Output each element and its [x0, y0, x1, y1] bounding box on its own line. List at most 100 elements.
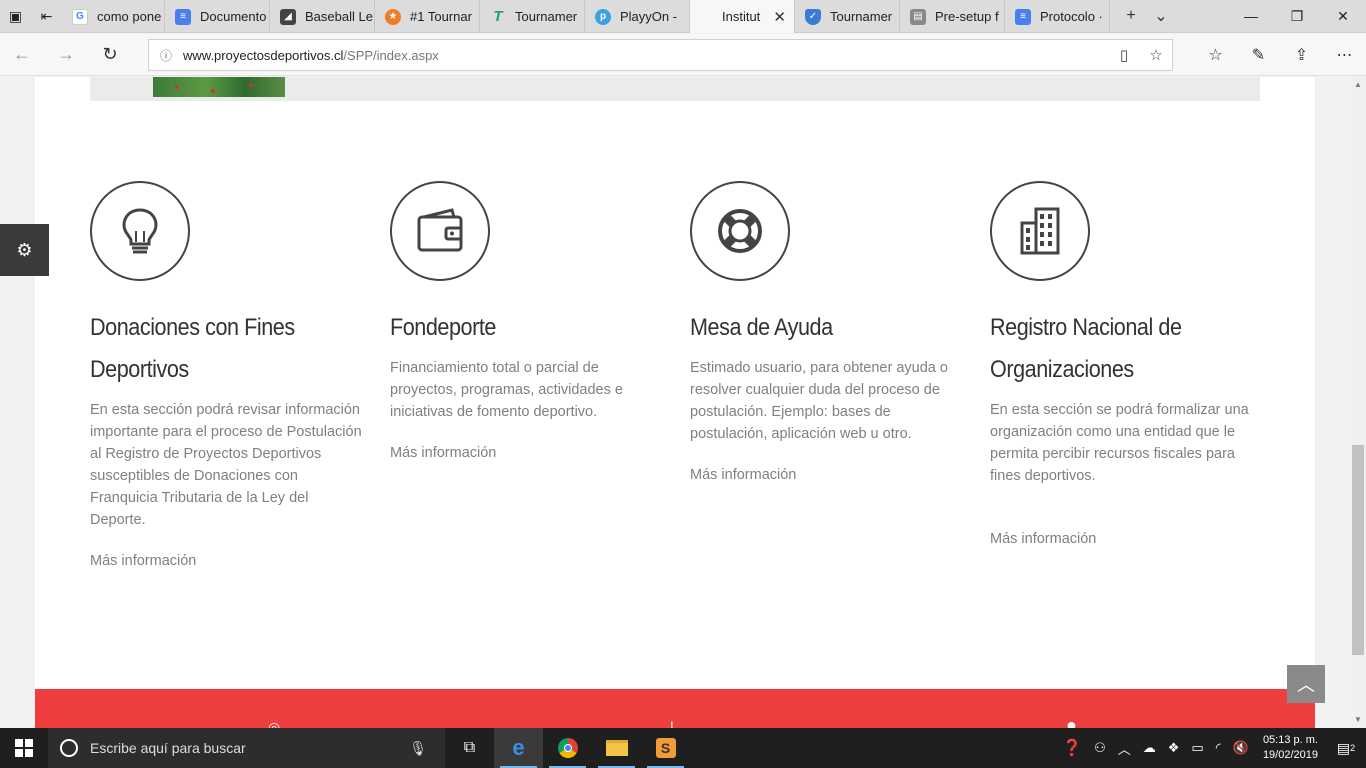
info-icon[interactable]: ⓘ [149, 47, 183, 64]
close-tab-icon[interactable]: ✕ [763, 8, 786, 26]
shield-icon: ✓ [805, 8, 821, 25]
url-path: /SPP/index.aspx [343, 47, 439, 63]
section-registro-organizaciones: Registro Nacional de Organizaciones En e… [990, 181, 1265, 547]
section-text: En esta sección se podrá formalizar una … [990, 402, 1249, 484]
scroll-thumb[interactable] [1352, 445, 1364, 655]
onedrive-icon[interactable]: ☁ [1137, 740, 1162, 756]
system-tray: ❓ ⚇ ︿ ☁ ❖ ▭ ◜ 🔇 05:13 p. m. 19/02/2019 ▤… [1056, 728, 1366, 768]
baseball-icon: ◢ [280, 8, 296, 25]
section-title: Mesa de Ayuda [690, 314, 833, 341]
close-window-icon[interactable]: ✕ [1320, 0, 1366, 32]
windows-taskbar: Escribe aquí para buscar 🎙 ⧉ e S ❓ ⚇ ︿ ☁… [0, 728, 1366, 768]
settings-gear-icon[interactable]: ⚙ [0, 224, 49, 276]
browser-tab-bar: ▣ ⇤ Gcomo pone ≡ Documento ◢ Baseball Le ★… [0, 0, 1366, 33]
icon-circle [90, 181, 190, 281]
section-text: Estimado usuario, para obtener ayuda o r… [690, 360, 948, 442]
mas-informacion-link[interactable]: Más información [90, 553, 365, 569]
phone-icon: ❘ [666, 719, 678, 728]
star-icon: ★ [385, 8, 401, 25]
cortana-icon [60, 739, 78, 757]
minimize-icon[interactable]: — [1228, 0, 1274, 32]
clock[interactable]: 05:13 p. m. 19/02/2019 [1255, 733, 1326, 763]
volume-muted-icon[interactable]: 🔇 [1227, 740, 1255, 756]
favorites-list-icon[interactable]: ☆ [1194, 45, 1237, 65]
restore-icon[interactable]: ❐ [1274, 0, 1320, 32]
section-mesa-ayuda: Mesa de Ayuda Estimado usuario, para obt… [690, 181, 965, 483]
new-tab-icon[interactable]: + [1116, 7, 1146, 25]
web-viewport: ⚙ Donaciones con Fines Deportivos En est… [0, 77, 1350, 728]
icon-circle [690, 181, 790, 281]
page-scrollbar[interactable]: ▲ ▼ [1350, 77, 1366, 728]
start-button[interactable] [0, 728, 48, 768]
battery-icon[interactable]: ▭ [1185, 740, 1209, 756]
browser-tab-active[interactable]: Institut ✕ [690, 0, 795, 33]
file-explorer-icon[interactable] [592, 728, 641, 768]
browser-tab[interactable]: ≡ Protocolo · [1005, 0, 1110, 33]
favorite-star-icon[interactable]: ☆ [1140, 46, 1172, 64]
scroll-down-icon[interactable]: ▼ [1350, 712, 1366, 728]
section-donaciones: Donaciones con Fines Deportivos En esta … [90, 181, 365, 569]
browser-tab[interactable]: ≡ Documento [165, 0, 270, 33]
wallet-icon [417, 208, 463, 252]
playyon-icon: p [595, 8, 611, 25]
section-title: Registro Nacional de Organizaciones [990, 314, 1182, 383]
tab-actions-icon[interactable]: ▣ [0, 0, 31, 32]
section-fondeporte: Fondeporte Financiamiento total o parcia… [390, 181, 665, 461]
reading-view-icon[interactable]: ▯ [1108, 46, 1140, 64]
browser-tab[interactable]: ◢ Baseball Le [270, 0, 375, 33]
browser-tab[interactable]: ▤ Pre-setup f [900, 0, 1005, 33]
docs-icon: ≡ [1015, 8, 1031, 25]
mas-informacion-link[interactable]: Más información [990, 531, 1265, 547]
google-icon: G [72, 8, 88, 25]
mas-informacion-link[interactable]: Más información [390, 445, 665, 461]
browser-tab[interactable]: T Tournamer [480, 0, 585, 33]
pen-icon[interactable]: ✎ [1237, 45, 1280, 65]
sheet-icon: ▤ [910, 8, 926, 25]
task-view-icon[interactable]: ⧉ [445, 728, 494, 768]
notifications-icon[interactable]: ▤ 2 [1326, 740, 1366, 757]
page-content: Donaciones con Fines Deportivos En esta … [35, 77, 1315, 728]
scroll-to-top-button[interactable]: ︿ [1287, 665, 1325, 703]
lifebuoy-icon [718, 209, 762, 253]
edge-app-icon[interactable]: e [494, 728, 543, 768]
share-icon[interactable]: ⇪ [1280, 45, 1323, 65]
url-host: www.proyectosdeportivos.cl [183, 47, 344, 63]
building-icon [1020, 207, 1060, 255]
address-bar-row: ← → ↻ ⓘ www.proyectosdeportivos.cl/SPP/i… [0, 34, 1366, 76]
section-title: Fondeporte [390, 314, 496, 341]
icon-circle [990, 181, 1090, 281]
icon-circle [390, 181, 490, 281]
refresh-icon[interactable]: ↻ [88, 44, 132, 65]
microphone-icon[interactable]: 🎙 [409, 740, 427, 757]
browser-tab[interactable]: p PlayyOn - [585, 0, 690, 33]
dropbox-icon[interactable]: ❖ [1162, 740, 1186, 756]
mas-informacion-link[interactable]: Más información [690, 467, 965, 483]
sublime-text-icon[interactable]: S [641, 728, 690, 768]
people-icon[interactable]: ⚇ [1088, 740, 1112, 756]
forward-arrow-icon[interactable]: → [44, 44, 88, 65]
lightbulb-icon [122, 208, 158, 254]
scroll-up-icon[interactable]: ▲ [1350, 77, 1366, 93]
notification-count: 2 [1350, 743, 1356, 753]
back-arrow-icon[interactable]: ← [0, 44, 44, 65]
url-field[interactable]: ⓘ www.proyectosdeportivos.cl/SPP/index.a… [148, 39, 1173, 71]
help-icon[interactable]: ❓ [1056, 738, 1088, 758]
chrome-app-icon[interactable] [543, 728, 592, 768]
chevron-up-icon[interactable]: ︿ [1112, 739, 1137, 758]
taskbar-search-box[interactable]: Escribe aquí para buscar 🎙 [48, 728, 445, 768]
footer-band: ◎ ❘ ● [35, 689, 1315, 728]
set-aside-tabs-icon[interactable]: ⇤ [31, 0, 62, 32]
wifi-icon[interactable]: ◜ [1210, 740, 1227, 756]
sports-photo [153, 77, 285, 97]
more-icon[interactable]: ⋯ [1323, 45, 1366, 65]
browser-tab[interactable]: ★ #1 Tournar [375, 0, 480, 33]
browser-tab[interactable]: Gcomo pone [62, 0, 165, 33]
mail-icon: ● [1066, 715, 1077, 728]
section-text: En esta sección podrá revisar informació… [90, 402, 362, 528]
browser-tab[interactable]: ✓ Tournamer [795, 0, 900, 33]
section-title: Donaciones con Fines Deportivos [90, 314, 295, 383]
section-text: Financiamiento total o parcial de proyec… [390, 360, 623, 420]
location-pin-icon: ◎ [268, 719, 281, 728]
chevron-down-icon[interactable]: ⌄ [1146, 6, 1176, 26]
docs-icon: ≡ [175, 8, 191, 25]
